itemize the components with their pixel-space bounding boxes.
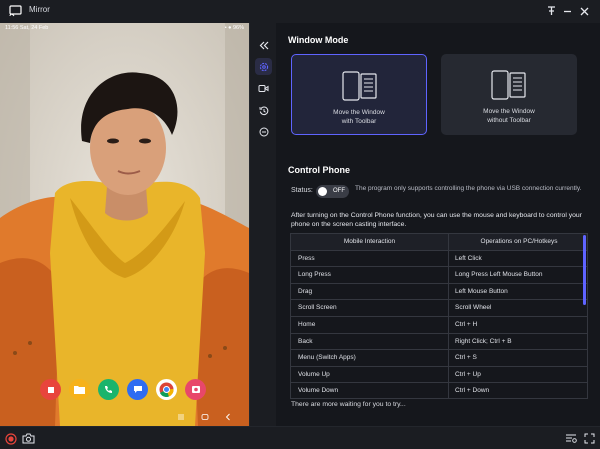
mobile-interaction-cell: Drag: [291, 283, 449, 300]
table-row: Drag Left Mouse Button: [291, 283, 587, 301]
settings-list-button[interactable]: [564, 432, 577, 445]
phone-status-bar: 11:56 Sat, 24 Feb • ● 96%: [0, 23, 249, 35]
table-row: Back Right Click; Ctrl + B: [291, 333, 587, 351]
minimize-icon: [563, 10, 571, 12]
home-icon: [201, 414, 209, 420]
mode-option-with-toolbar[interactable]: Move the Window with Toolbar: [291, 54, 427, 135]
control-phone-title: Control Phone: [288, 165, 350, 175]
pc-operation-cell: Ctrl + H: [455, 321, 478, 328]
pin-icon: [547, 6, 555, 15]
phone-time: 11:56 Sat, 24 Feb: [5, 25, 49, 31]
close-button[interactable]: [577, 4, 591, 18]
mobile-interaction-cell: Volume Down: [291, 383, 449, 398]
wallpaper-photo: [0, 23, 249, 426]
screen-recorder-icon[interactable]: [185, 379, 206, 400]
phone-without-toolbar-icon: [491, 70, 526, 100]
pc-operation-cell: Ctrl + Down: [455, 387, 490, 395]
window-mode-title: Window Mode: [288, 35, 349, 45]
collapse-button[interactable]: [255, 37, 272, 54]
control-phone-toggle[interactable]: OFF: [316, 185, 349, 198]
mobile-interaction-cell: Scroll Screen: [291, 300, 449, 316]
phone-with-toolbar-icon: [342, 71, 377, 101]
mobile-interaction-cell: Home: [291, 317, 449, 333]
fullscreen-button[interactable]: [583, 432, 596, 445]
samsung-notes-icon[interactable]: [40, 379, 61, 400]
table-row: Volume Up Ctrl + Up: [291, 366, 587, 384]
phone-icon[interactable]: [98, 379, 119, 400]
bottom-bar: [0, 426, 600, 449]
table-row: Long Press Long Press Left Mouse Button: [291, 267, 587, 284]
table-row: Scroll Screen Scroll Wheel: [291, 300, 587, 317]
close-icon: [580, 7, 588, 15]
pc-operation-cell: Long Press Left Mouse Button: [455, 271, 543, 279]
fullscreen-icon: [584, 433, 595, 444]
table-row: Menu (Switch Apps) Ctrl + S: [291, 350, 587, 367]
more-button[interactable]: [255, 123, 272, 140]
table-scrollbar[interactable]: [583, 235, 586, 305]
screenshot-button[interactable]: [22, 432, 35, 445]
cast-icon: [9, 5, 22, 17]
mobile-interaction-cell: Volume Up: [291, 366, 449, 383]
back-button[interactable]: [222, 411, 234, 423]
collapse-icon: [259, 41, 268, 50]
back-icon: [225, 413, 230, 421]
record-icon: [4, 432, 17, 445]
toggle-knob: [318, 187, 327, 196]
home-button[interactable]: [199, 411, 211, 423]
settings-button[interactable]: [255, 58, 272, 75]
pc-operation-cell: Right Click; Ctrl + B: [455, 337, 512, 345]
pc-operation-cell: Left Mouse Button: [455, 287, 508, 295]
pc-operation-cell: Scroll Wheel: [455, 304, 492, 312]
app-title: Mirror: [29, 5, 50, 14]
toggle-state: OFF: [333, 188, 345, 194]
list-settings-icon: [565, 434, 577, 443]
record-screen-button[interactable]: [4, 432, 17, 445]
pc-operation-cell: Ctrl + S: [455, 354, 477, 362]
usb-note: The program only supports controlling th…: [355, 185, 582, 192]
mobile-interaction-cell: Menu (Switch Apps): [291, 350, 449, 366]
header-mobile-interaction: Mobile Interaction: [291, 234, 449, 250]
history-button[interactable]: [255, 102, 272, 119]
title-bar: Mirror: [0, 0, 600, 23]
header-pc-operations: Operations on PC/Hotkeys: [480, 238, 558, 245]
settings-icon: [259, 62, 268, 71]
pc-operation-cell: Left Click: [455, 254, 482, 262]
record-button[interactable]: [255, 80, 272, 97]
more-icon: [259, 127, 268, 136]
pin-button[interactable]: [544, 4, 558, 18]
my-files-icon[interactable]: [69, 379, 90, 400]
table-header-row: Mobile Interaction Operations on PC/Hotk…: [291, 234, 587, 251]
settings-panel: Window Mode Move the Window with Toolbar…: [276, 23, 600, 426]
app-dock: [40, 379, 206, 400]
table-row: Press Left Click: [291, 250, 587, 268]
messages-icon[interactable]: [127, 379, 148, 400]
side-toolbar: [249, 23, 276, 426]
camera-icon: [22, 433, 35, 444]
mode-option-without-toolbar[interactable]: Move the Window without Toolbar: [441, 54, 577, 135]
more-features-text: There are more waiting for you to try...: [291, 401, 406, 408]
phone-screen[interactable]: 11:56 Sat, 24 Feb • ● 96%: [0, 23, 249, 426]
table-row: Volume Down Ctrl + Down: [291, 383, 587, 398]
phone-status-icons: • ● 96%: [224, 25, 244, 31]
status-row: Status: OFF The program only supports co…: [291, 185, 591, 205]
mobile-interaction-cell: Back: [291, 333, 449, 350]
pc-operation-cell: Ctrl + Up: [455, 370, 481, 378]
status-label: Status:: [291, 187, 313, 194]
mobile-interaction-cell: Long Press: [291, 267, 449, 283]
hotkey-table: Mobile Interaction Operations on PC/Hotk…: [290, 233, 588, 399]
minimize-button[interactable]: [560, 4, 574, 18]
history-icon: [259, 106, 268, 115]
control-intro-text: After turning on the Control Phone funct…: [291, 212, 582, 228]
table-row: Home Ctrl + H: [291, 317, 587, 334]
video-record-icon: [258, 85, 269, 92]
mode-label-with-toolbar: Move the Window with Toolbar: [333, 109, 385, 125]
mode-label-without-toolbar: Move the Window without Toolbar: [483, 108, 535, 124]
recents-button[interactable]: [175, 411, 187, 423]
mobile-interaction-cell: Press: [291, 250, 449, 267]
phone-nav-bar: [0, 409, 249, 426]
recents-icon: [178, 414, 184, 420]
chrome-icon[interactable]: [156, 379, 177, 400]
